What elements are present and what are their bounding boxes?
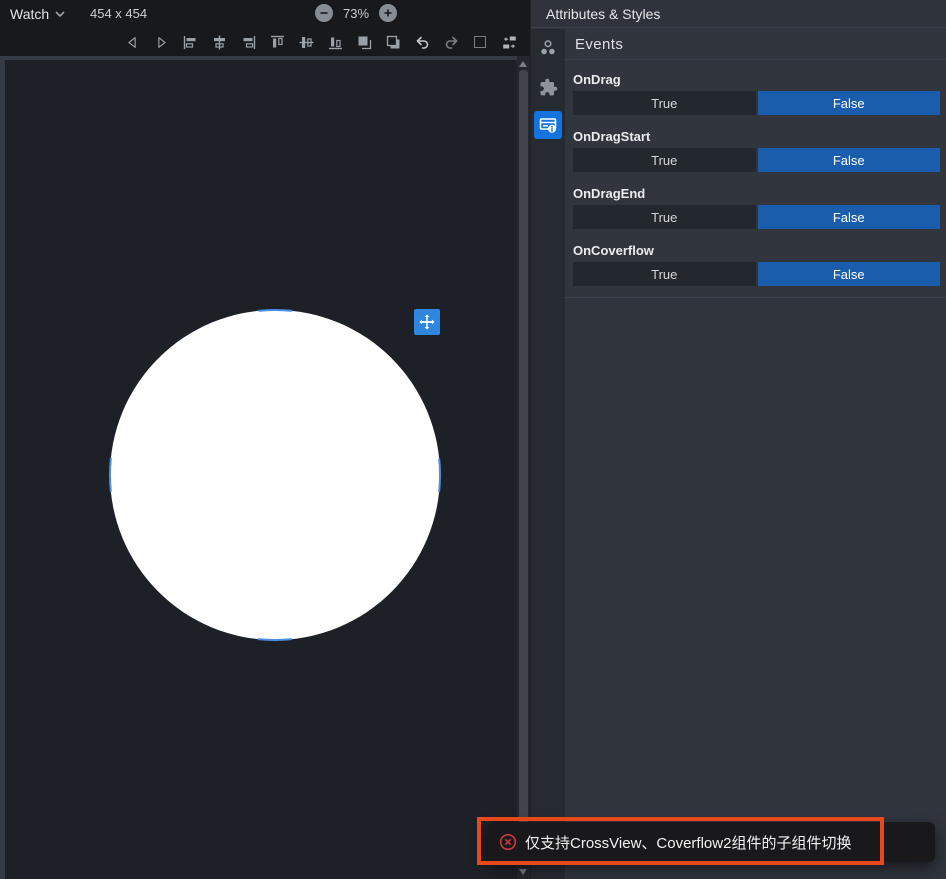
- zoom-level: 73%: [343, 6, 369, 21]
- watch-face-circle[interactable]: [107, 307, 443, 643]
- event-label: OnCoverflow: [573, 243, 940, 258]
- oncoverflow-false-button[interactable]: False: [758, 262, 941, 286]
- align-middle-vertical-icon[interactable]: [297, 33, 315, 51]
- event-label: OnDrag: [573, 72, 940, 87]
- attributes-panel: Attributes & Styles: [530, 0, 946, 879]
- align-left-icon[interactable]: [181, 33, 199, 51]
- events-section-header: Events: [565, 29, 946, 60]
- selection-rect-icon[interactable]: [471, 33, 489, 51]
- ondragend-true-button[interactable]: True: [573, 205, 756, 229]
- ondrag-false-button[interactable]: False: [758, 91, 941, 115]
- panel-icon-strip: [531, 29, 565, 879]
- oncoverflow-true-button[interactable]: True: [573, 262, 756, 286]
- align-bottom-icon[interactable]: [326, 33, 344, 51]
- hierarchy-icon[interactable]: [537, 37, 559, 59]
- event-row-oncoverflow: OnCoverflow True False: [573, 243, 940, 286]
- ondragend-false-button[interactable]: False: [758, 205, 941, 229]
- toolbar: [0, 28, 530, 56]
- redo-icon[interactable]: [442, 33, 460, 51]
- event-label: OnDragStart: [573, 129, 940, 144]
- bring-forward-icon[interactable]: [355, 33, 373, 51]
- event-row-ondragstart: OnDragStart True False: [573, 129, 940, 172]
- zoom-controls: 73%: [315, 4, 397, 22]
- events-panel: Events OnDrag True False OnDragStart Tru…: [565, 29, 946, 879]
- scroll-down-icon[interactable]: [519, 869, 527, 875]
- error-circle-x-icon: [499, 833, 517, 851]
- ondragstart-true-button[interactable]: True: [573, 148, 756, 172]
- zoom-out-icon[interactable]: [315, 4, 333, 22]
- canvas-scrollbar[interactable]: [517, 56, 530, 879]
- ondragstart-false-button[interactable]: False: [758, 148, 941, 172]
- ondrag-true-button[interactable]: True: [573, 91, 756, 115]
- event-row-ondragend: OnDragEnd True False: [573, 186, 940, 229]
- panel-header: Attributes & Styles: [531, 0, 946, 28]
- event-label: OnDragEnd: [573, 186, 940, 201]
- component-info-icon[interactable]: [534, 111, 562, 139]
- align-top-icon[interactable]: [268, 33, 286, 51]
- send-backward-icon[interactable]: [384, 33, 402, 51]
- event-row-ondrag: OnDrag True False: [573, 72, 940, 115]
- chevron-down-icon: [55, 11, 65, 17]
- move-icon: [418, 313, 436, 331]
- error-toast-message: 仅支持CrossView、Coverflow2组件的子组件切换: [525, 832, 851, 853]
- undo-icon[interactable]: [413, 33, 431, 51]
- play-icon[interactable]: [152, 33, 170, 51]
- design-canvas[interactable]: [0, 56, 517, 879]
- align-center-horizontal-icon[interactable]: [210, 33, 228, 51]
- app-window: Watch 454 x 454 73%: [0, 0, 946, 879]
- canvas-size-label: 454 x 454: [90, 6, 147, 21]
- previous-icon[interactable]: [123, 33, 141, 51]
- events-section-title: Events: [575, 36, 623, 53]
- scrollbar-thumb[interactable]: [519, 70, 528, 862]
- align-right-icon[interactable]: [239, 33, 257, 51]
- zoom-in-icon[interactable]: [379, 4, 397, 22]
- section-divider: [565, 286, 946, 298]
- topbar: Watch 454 x 454 73%: [0, 0, 530, 28]
- puzzle-icon[interactable]: [537, 76, 559, 98]
- device-dropdown[interactable]: Watch: [10, 4, 65, 24]
- panel-title: Attributes & Styles: [546, 6, 660, 22]
- swap-component-icon[interactable]: [500, 33, 518, 51]
- error-toast: 仅支持CrossView、Coverflow2组件的子组件切换: [488, 822, 935, 862]
- move-handle[interactable]: [414, 309, 440, 335]
- device-dropdown-label: Watch: [10, 6, 49, 22]
- scroll-up-icon[interactable]: [519, 61, 527, 67]
